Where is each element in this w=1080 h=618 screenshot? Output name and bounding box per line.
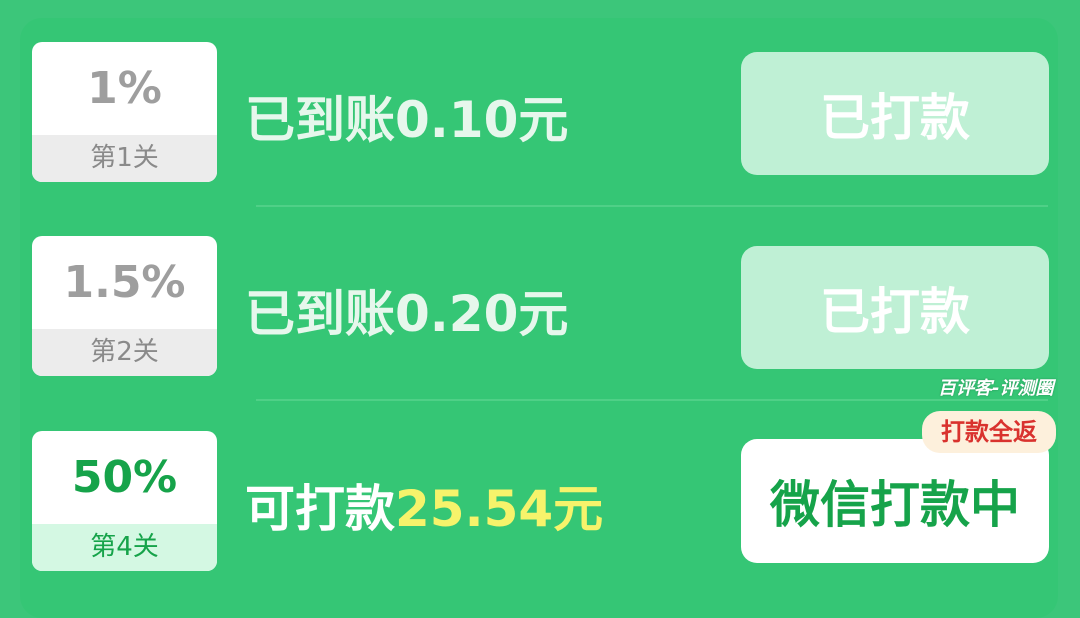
reward-row-level-1: 1% 第1关 已到账0.10元 已打款	[0, 42, 1080, 192]
badge-percent: 1%	[87, 63, 162, 114]
reward-row-level-4: 50% 第4关 可打款25.54元 微信打款中 打款全返	[0, 411, 1080, 581]
paid-button[interactable]: 已打款	[741, 246, 1049, 369]
level-badge-active: 50% 第4关	[32, 431, 217, 571]
level-badge: 1.5% 第2关	[32, 236, 217, 376]
badge-percent: 1.5%	[63, 257, 186, 308]
payable-amount: 25.54元	[395, 480, 604, 538]
badge-level-label: 第1关	[32, 135, 217, 182]
reward-row-level-2: 1.5% 第2关 已到账0.20元 已打款	[0, 236, 1080, 386]
payout-status-text: 已到账0.10元	[245, 91, 569, 149]
watermark: 百评客-评测圈	[938, 378, 1054, 399]
payable-status-text: 可打款25.54元	[245, 469, 603, 541]
badge-level-label: 第2关	[32, 329, 217, 376]
payout-status-text: 已到账0.20元	[245, 285, 569, 343]
row-divider	[256, 205, 1048, 207]
badge-percent: 50%	[71, 452, 178, 503]
payable-prefix: 可打款	[245, 480, 395, 538]
wechat-payout-button[interactable]: 微信打款中	[741, 439, 1049, 563]
full-refund-tag: 打款全返	[922, 411, 1056, 453]
badge-level-label: 第4关	[32, 524, 217, 571]
paid-button[interactable]: 已打款	[741, 52, 1049, 175]
row-divider	[256, 399, 1048, 401]
level-badge: 1% 第1关	[32, 42, 217, 182]
